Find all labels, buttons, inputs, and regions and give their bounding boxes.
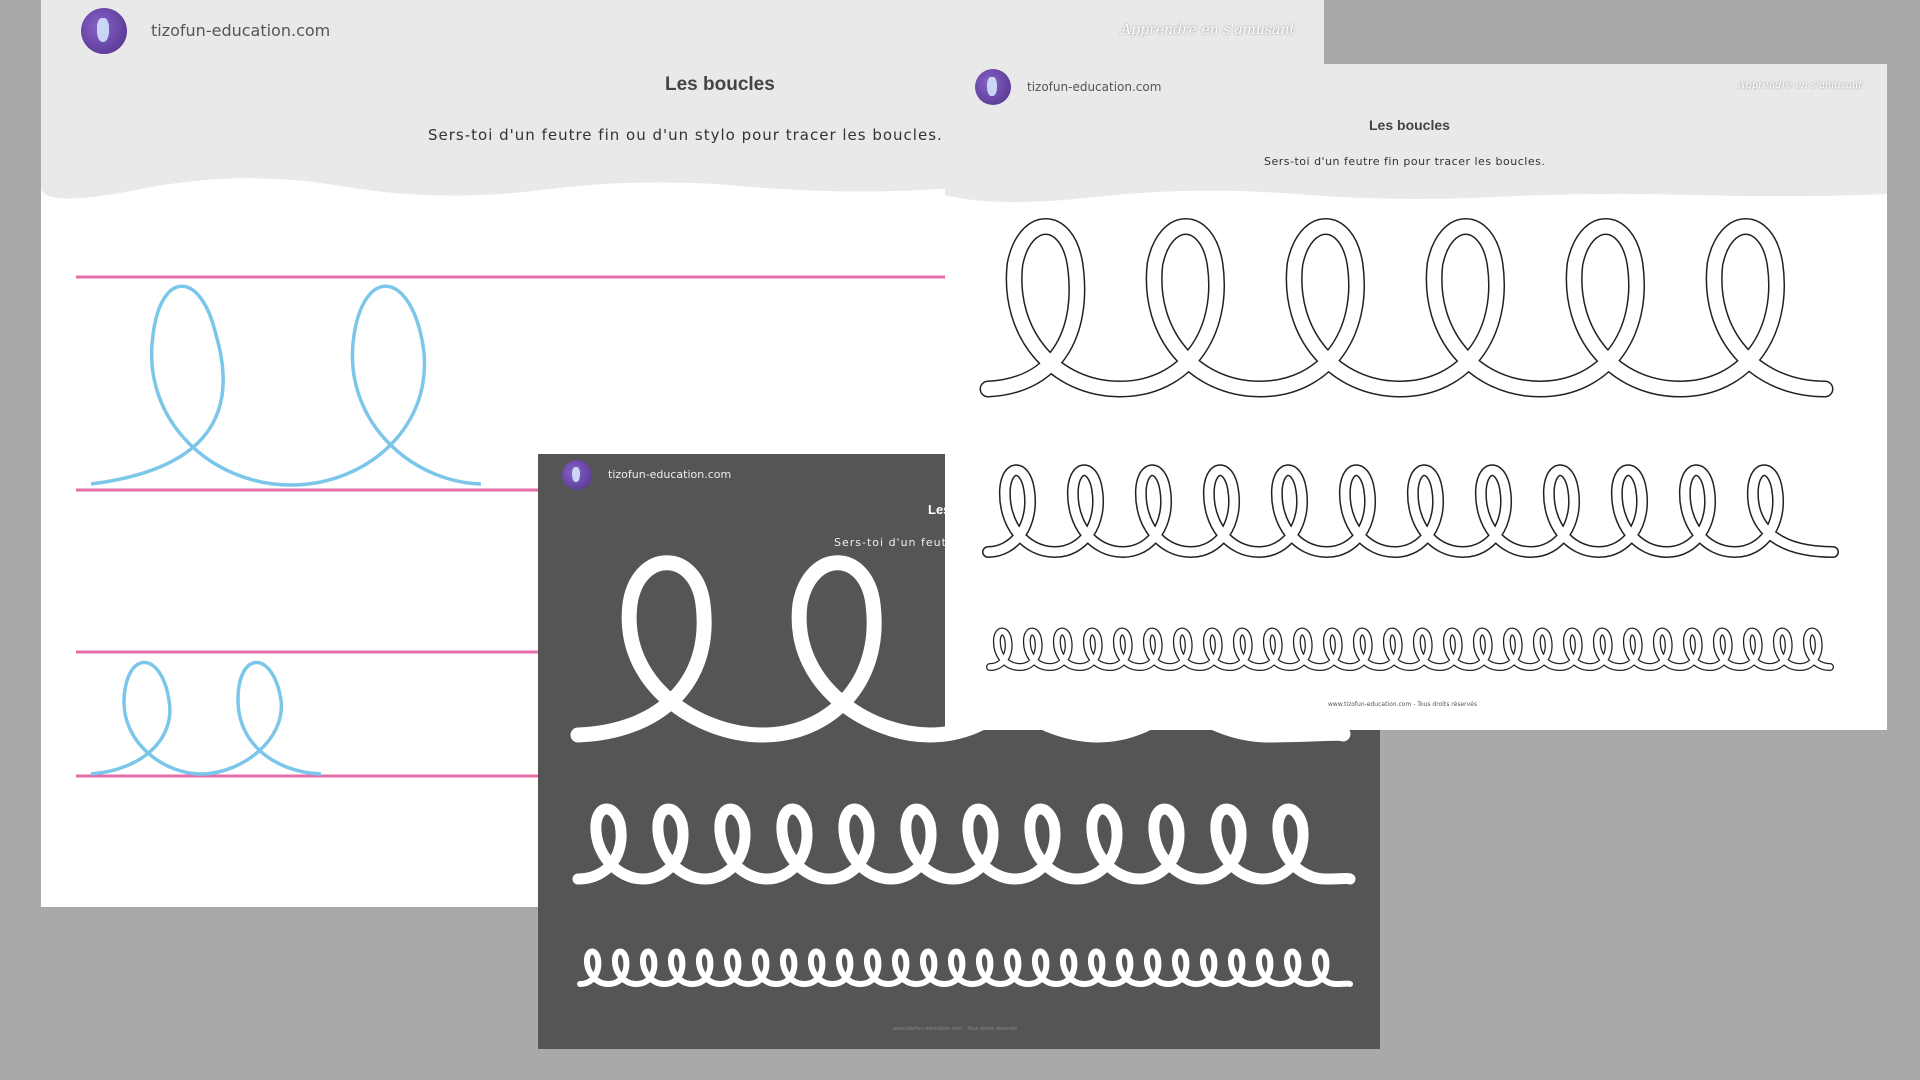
footer-text: www.tizofun-education.com - Tous droits …: [1328, 701, 1477, 708]
bunny-logo-icon: [975, 69, 1011, 105]
tracing-loop: [90, 660, 322, 776]
worksheet-title: Les boucles: [1369, 117, 1450, 133]
site-name: tizofun-education.com: [608, 468, 732, 481]
tracing-loop: [572, 803, 1356, 885]
tagline: Apprendre en s'amusant: [1121, 22, 1296, 38]
worksheet-outline-loops: tizofun-education.com Apprendre en s'amu…: [945, 64, 1887, 730]
tracing-loop: [90, 284, 482, 487]
tracing-loop-fill: [981, 219, 1832, 396]
tracing-loop-fill: [983, 465, 1838, 557]
worksheet-title: Les boucles: [665, 74, 775, 95]
tracing-loop-fill: [987, 628, 1833, 670]
site-name: tizofun-education.com: [151, 21, 331, 40]
bunny-logo-icon: [81, 8, 127, 54]
worksheet-instruction: Sers-toi d'un feutre fin pour tracer les…: [1264, 155, 1546, 168]
worksheet-instruction: Sers-toi d'un feutre fin ou d'un stylo p…: [428, 126, 943, 144]
site-name: tizofun-education.com: [1027, 80, 1162, 94]
footer-text: www.tizofun-education.com - Tous droits …: [893, 1026, 1018, 1032]
worksheet-instruction: Sers-toi d'un feutre: [834, 536, 960, 549]
tracing-loop: [577, 948, 1353, 988]
tagline: Apprendre en s'amusant: [1738, 80, 1863, 91]
bunny-logo-icon: [562, 460, 592, 490]
tracing-loop-outline: [979, 218, 1834, 398]
